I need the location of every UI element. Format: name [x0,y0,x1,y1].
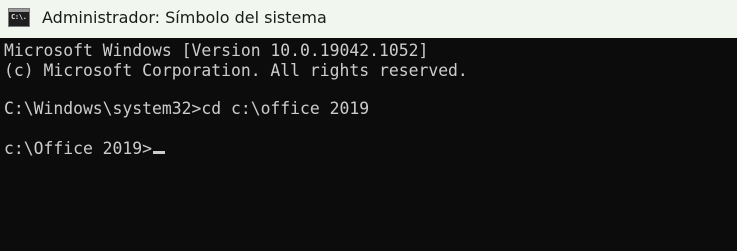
window-title: Administrador: Símbolo del sistema [42,8,327,27]
prompt-text: c:\Office 2019> [4,139,153,158]
console-line: (c) Microsoft Corporation. All rights re… [4,61,468,80]
console-line: C:\Windows\system32>cd c:\office 2019 [4,99,370,118]
text-cursor [153,151,166,154]
title-bar[interactable]: C:\. Administrador: Símbolo del sistema [0,0,737,38]
console-line: Microsoft Windows [Version 10.0.19042.10… [4,41,429,60]
console-output[interactable]: Microsoft Windows [Version 10.0.19042.10… [0,38,737,251]
command-prompt-icon[interactable]: C:\. [8,8,30,27]
console-prompt-line[interactable]: c:\Office 2019> [4,139,166,159]
command-prompt-window: C:\. Administrador: Símbolo del sistema … [0,0,737,251]
